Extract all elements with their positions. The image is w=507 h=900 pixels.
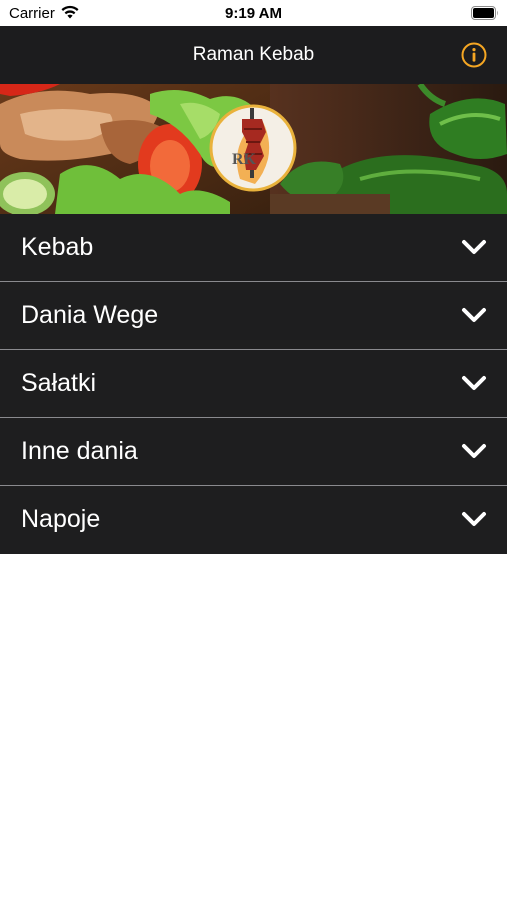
category-item-kebab[interactable]: Kebab [0,214,507,282]
category-item-napoje[interactable]: Napoje [0,486,507,554]
chevron-down-icon [460,305,488,325]
category-label: Kebab [21,233,94,261]
chevron-down-icon [460,373,488,393]
kebab-logo: RK [209,104,297,192]
svg-text:RK: RK [232,151,257,168]
status-bar: Carrier 9:19 AM [0,0,507,26]
category-item-dania-wege[interactable]: Dania Wege [0,282,507,350]
info-icon [461,42,487,68]
info-button[interactable] [460,41,488,69]
category-list: Kebab Dania Wege Sałatki Inne dania Napo… [0,214,507,554]
category-item-salatki[interactable]: Sałatki [0,350,507,418]
chevron-down-icon [460,509,488,529]
status-time: 9:19 AM [225,5,282,22]
category-label: Sałatki [21,369,97,397]
page-title: Raman Kebab [192,44,315,65]
chevron-down-icon [460,441,488,461]
header-banner-image: RK [0,84,507,214]
category-label: Napoje [21,505,101,533]
battery-icon [471,6,499,20]
category-item-inne-dania[interactable]: Inne dania [0,418,507,486]
category-label: Inne dania [21,437,138,465]
category-label: Dania Wege [21,301,159,329]
chevron-down-icon [460,237,488,257]
navigation-bar: Raman Kebab [0,26,507,84]
